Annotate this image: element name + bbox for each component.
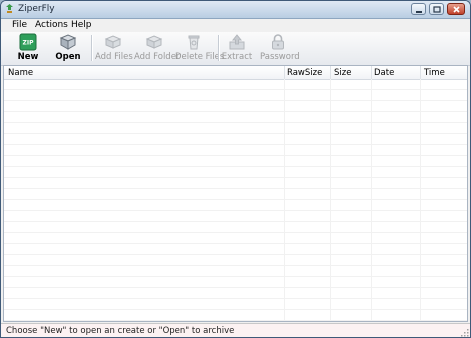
grid-column-line [284, 79, 285, 321]
grid-column-line [371, 79, 372, 321]
menu-actions[interactable]: Actions [35, 20, 68, 30]
extract-icon [228, 33, 246, 51]
password-button[interactable]: Password [260, 32, 300, 64]
column-header-rawsize[interactable]: RawSize [287, 68, 322, 78]
add-folder-icon [145, 33, 163, 51]
add-folder-button[interactable]: Add Folder [134, 32, 180, 64]
minimize-icon [416, 11, 422, 13]
list-header: Name RawSize Size Date Time [4, 66, 467, 80]
add-files-icon [104, 33, 122, 51]
delete-files-button-label: Delete Files [175, 52, 225, 62]
extract-button[interactable]: Extract [221, 32, 253, 64]
delete-files-button[interactable]: Delete Files [175, 32, 225, 64]
svg-text:ZIP: ZIP [23, 40, 35, 47]
menu-help[interactable]: Help [71, 20, 92, 30]
status-bar: Choose "New" to open an create or "Open"… [1, 323, 470, 337]
column-header-name[interactable]: Name [8, 68, 33, 78]
close-icon [453, 6, 460, 13]
file-list[interactable]: Name RawSize Size Date Time [3, 65, 468, 322]
status-text: Choose "New" to open an create or "Open"… [6, 326, 235, 336]
app-window: ZiperFly File Actions Help ZIP New Open … [0, 0, 471, 338]
grid-column-line [330, 79, 331, 321]
add-files-button-label: Add Files [95, 52, 133, 62]
column-divider[interactable] [330, 66, 331, 79]
close-button[interactable] [447, 3, 465, 15]
maximize-button[interactable] [429, 3, 444, 15]
toolbar: ZIP New Open Add Files Add Folder Delete… [1, 32, 470, 66]
column-header-time[interactable]: Time [424, 68, 445, 78]
delete-files-icon [185, 33, 203, 51]
open-button[interactable]: Open [51, 32, 85, 64]
toolbar-separator [91, 35, 93, 61]
title-bar[interactable]: ZiperFly [1, 1, 470, 19]
column-divider[interactable] [420, 66, 421, 79]
open-button-label: Open [55, 52, 81, 62]
new-button-label: New [17, 52, 39, 62]
resize-grip-icon[interactable] [460, 328, 469, 337]
add-files-button[interactable]: Add Files [95, 32, 133, 64]
lock-icon [269, 33, 287, 51]
maximize-icon [433, 6, 441, 13]
list-body[interactable] [4, 79, 467, 321]
menu-file[interactable]: File [12, 20, 27, 30]
zip-new-icon: ZIP [19, 33, 37, 51]
password-button-label: Password [260, 52, 300, 62]
column-divider[interactable] [371, 66, 372, 79]
toolbar-separator [218, 35, 220, 61]
extract-button-label: Extract [221, 52, 253, 62]
add-folder-button-label: Add Folder [134, 52, 180, 62]
column-header-size[interactable]: Size [334, 68, 351, 78]
app-icon [5, 4, 14, 14]
menu-bar: File Actions Help [1, 19, 470, 32]
column-divider[interactable] [284, 66, 285, 79]
open-archive-icon [59, 33, 77, 51]
grid-column-line [420, 79, 421, 321]
new-button[interactable]: ZIP New [11, 32, 45, 64]
column-header-date[interactable]: Date [374, 68, 394, 78]
window-title: ZiperFly [18, 4, 55, 14]
minimize-button[interactable] [411, 3, 426, 15]
